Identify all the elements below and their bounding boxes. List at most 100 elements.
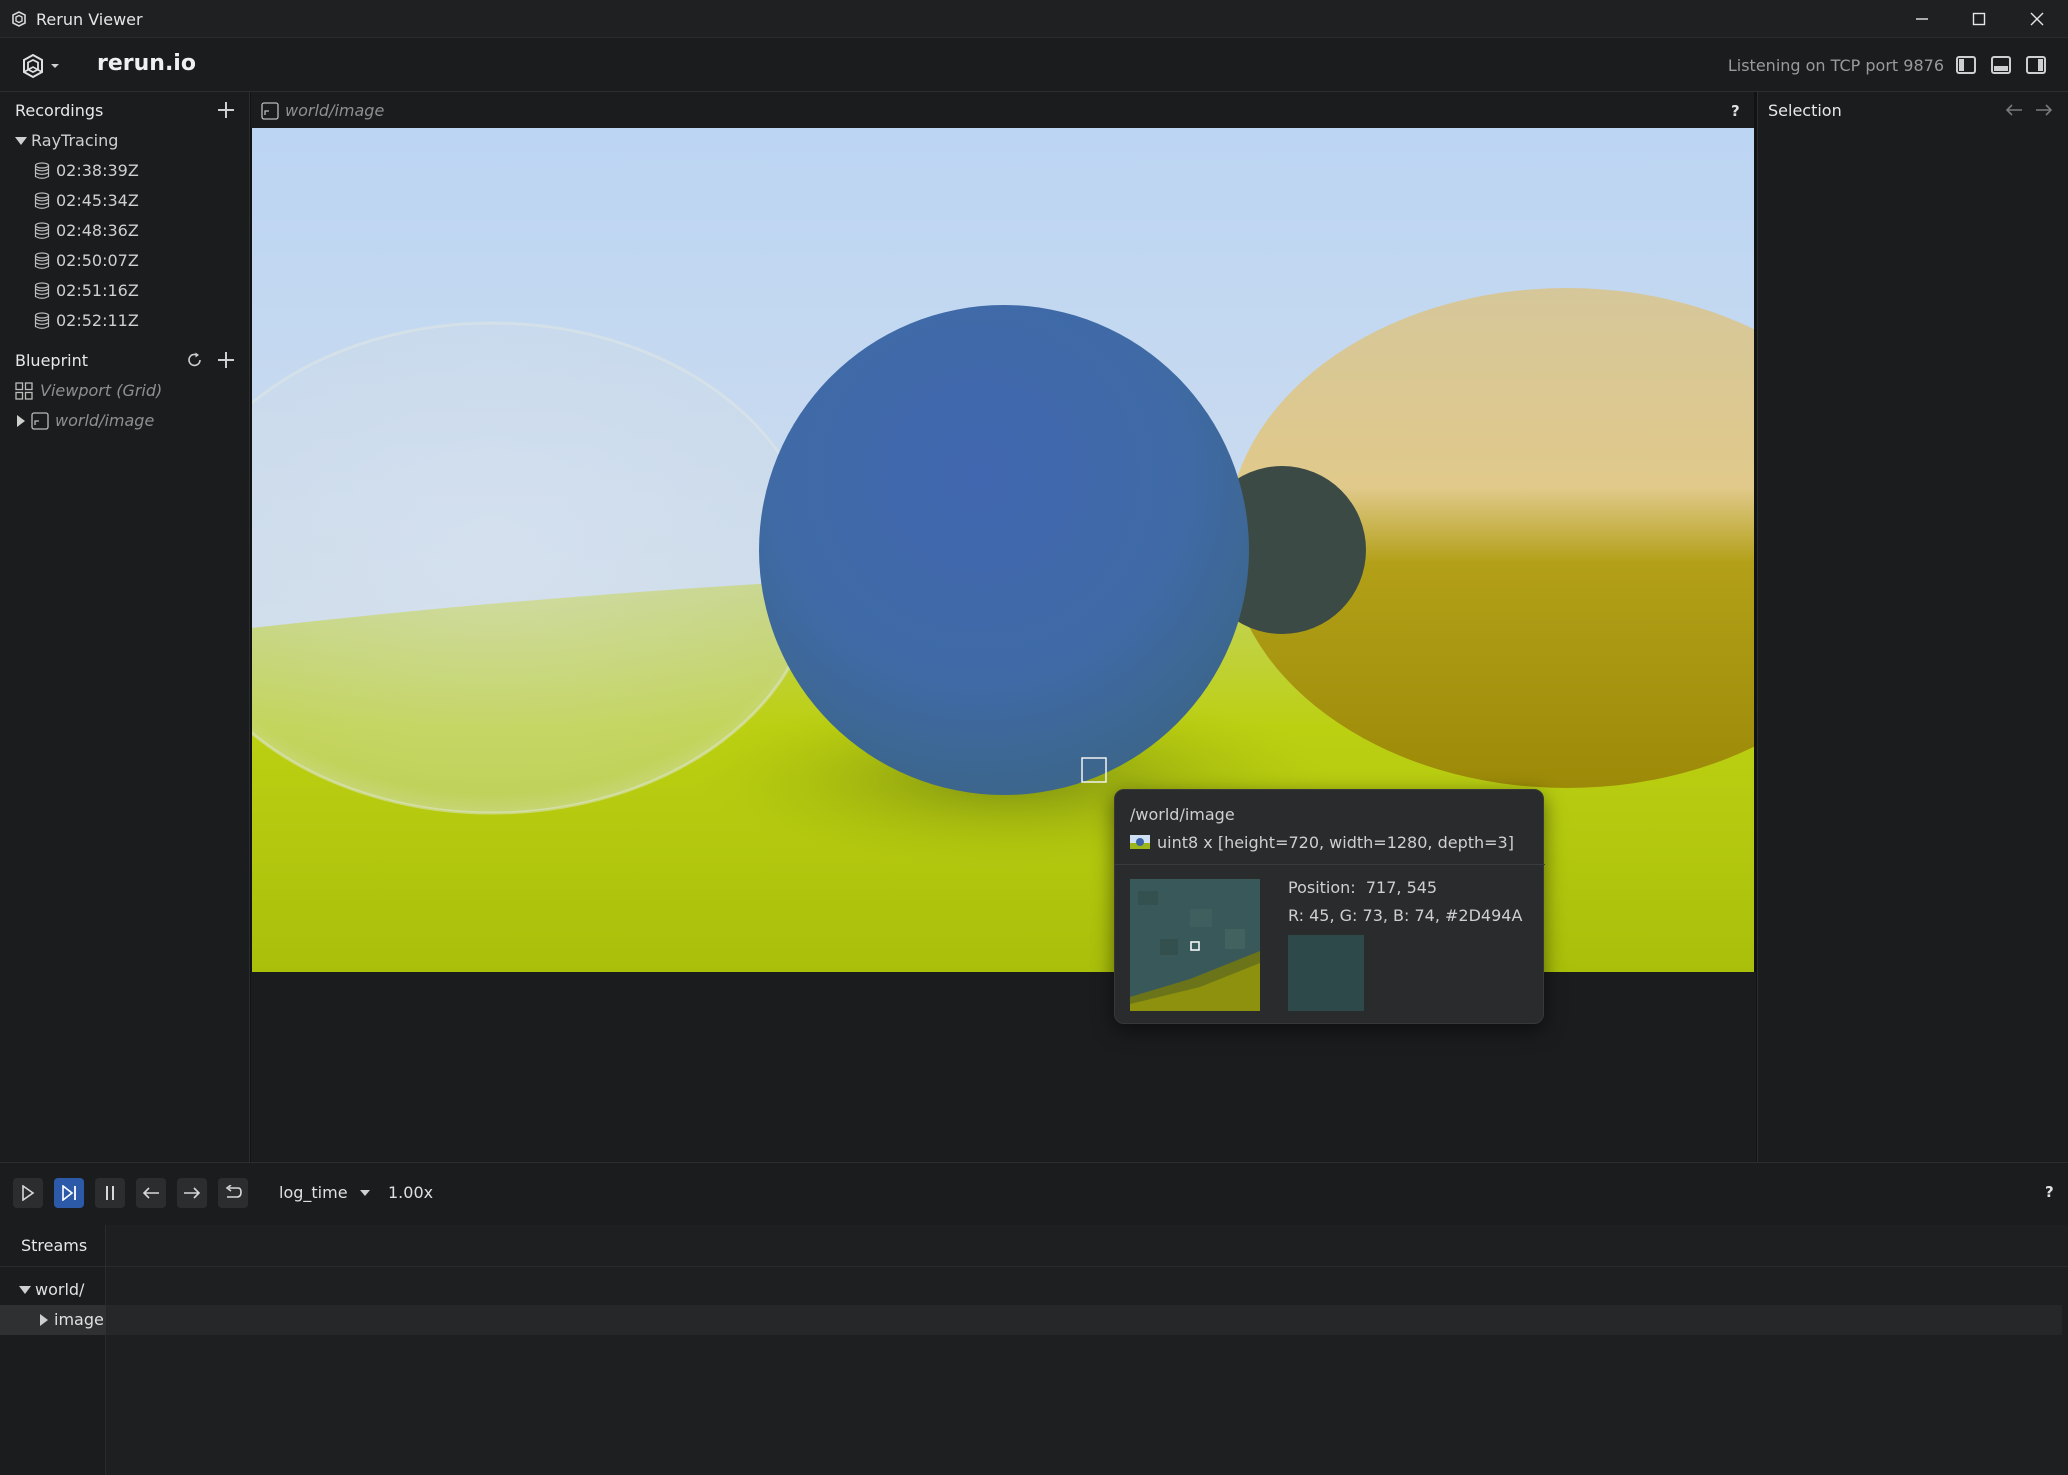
server-status: Listening on TCP port 9876 <box>1727 56 1944 75</box>
toggle-right-panel-icon[interactable] <box>2026 56 2046 74</box>
stream-row-image[interactable]: image <box>0 1305 2062 1335</box>
window-title: Rerun Viewer <box>36 10 143 29</box>
reset-blueprint-icon[interactable] <box>185 350 205 370</box>
tooltip-position: Position: 717, 545 <box>1288 878 1437 897</box>
timeline-selector[interactable]: log_time <box>279 1183 371 1202</box>
image-view-icon <box>261 102 279 120</box>
right-panel: Selection <box>1757 92 2068 1162</box>
window-titlebar: Rerun Viewer <box>0 0 2068 38</box>
recording-item[interactable]: 02:51:16Z <box>0 276 250 306</box>
stream-label: image <box>54 1310 104 1329</box>
recordings-section-header: Recordings <box>0 95 250 125</box>
expand-triangle-icon[interactable] <box>19 1286 31 1294</box>
top-panel: rerun.io Listening on TCP port 9876 <box>0 38 2068 92</box>
step-forward-button[interactable] <box>177 1178 207 1208</box>
toggle-left-panel-icon[interactable] <box>1956 56 1976 74</box>
arrow-right-icon <box>184 1187 201 1199</box>
blueprint-section-header: Blueprint <box>0 345 250 375</box>
step-back-button[interactable] <box>136 1178 166 1208</box>
time-panel-help-button[interactable]: ? <box>2045 1183 2054 1201</box>
recordings-header: Recordings <box>15 101 104 120</box>
expand-triangle-icon[interactable] <box>15 137 27 145</box>
recording-timestamp: 02:45:34Z <box>56 191 139 210</box>
toggle-bottom-panel-icon[interactable] <box>1991 56 2011 74</box>
chevron-down-icon <box>359 1190 370 1196</box>
follow-button[interactable] <box>54 1178 84 1208</box>
recording-timestamp: 02:38:39Z <box>56 161 139 180</box>
position-value: 717, 545 <box>1365 878 1438 897</box>
viewport-label: Viewport (Grid) <box>40 381 163 400</box>
space-view-help-button[interactable]: ? <box>1731 102 1740 120</box>
add-recording-plus-icon[interactable] <box>216 100 236 120</box>
playback-speed[interactable]: 1.00x <box>388 1183 433 1202</box>
expand-triangle-icon[interactable] <box>40 1314 48 1326</box>
rerun-logo-icon <box>23 53 43 79</box>
arrow-right-icon[interactable] <box>2034 102 2054 118</box>
database-icon <box>34 162 50 179</box>
image-view-icon <box>31 412 49 430</box>
arrow-left-icon[interactable] <box>2004 102 2024 118</box>
recording-item[interactable]: 02:52:11Z <box>0 306 250 336</box>
blueprint-header: Blueprint <box>15 351 88 370</box>
app-name: RayTracing <box>31 131 119 150</box>
tooltip-tensor-info: uint8 x [height=720, width=1280, depth=3… <box>1157 833 1514 852</box>
left-panel: Recordings RayTracing 02:38:39Z 02:45:34Z… <box>0 92 250 1162</box>
recording-item[interactable]: 02:38:39Z <box>0 156 250 186</box>
database-icon <box>34 252 50 269</box>
space-view-row[interactable]: world/image <box>0 406 250 436</box>
play-icon <box>22 1185 35 1201</box>
streams-header: Streams <box>21 1236 88 1255</box>
recording-timestamp: 02:48:36Z <box>56 221 139 240</box>
recording-item[interactable]: 02:48:36Z <box>0 216 250 246</box>
recording-timestamp: 02:52:11Z <box>56 311 139 330</box>
streams-area: Streams world/ image <box>0 1225 2068 1475</box>
streams-header-row <box>0 1225 2068 1267</box>
timeline-name: log_time <box>279 1183 348 1202</box>
viewport-grid-row[interactable]: Viewport (Grid) <box>0 376 250 406</box>
loop-icon <box>225 1185 242 1198</box>
space-view-tab-bar: world/image ? <box>251 92 1754 128</box>
pixel-hover-tooltip: /world/image uint8 x [height=720, width=… <box>1114 789 1545 1024</box>
expand-triangle-icon[interactable] <box>17 415 25 427</box>
database-icon <box>34 282 50 299</box>
stream-row-world[interactable]: world/ <box>0 1275 250 1305</box>
tooltip-entity-path: /world/image <box>1130 805 1235 824</box>
minimize-button[interactable] <box>1893 0 1951 38</box>
rerun-app-icon <box>12 11 26 27</box>
pause-icon <box>106 1186 114 1200</box>
space-view-label: world/image <box>55 411 155 430</box>
maximize-icon <box>1972 12 1986 26</box>
loop-button[interactable] <box>218 1178 248 1208</box>
recording-timestamp: 02:51:16Z <box>56 281 139 300</box>
stream-label: world/ <box>35 1280 85 1299</box>
time-panel: log_time 1.00x ? Streams world/ image <box>0 1162 2068 1475</box>
app-menu-button[interactable] <box>20 52 64 80</box>
space-view-title[interactable]: world/image <box>285 101 384 120</box>
brand-link[interactable]: rerun.io <box>97 51 196 76</box>
maximize-button[interactable] <box>1950 0 2008 38</box>
minimize-icon <box>1916 18 1928 20</box>
play-button[interactable] <box>13 1178 43 1208</box>
chevron-down-icon <box>51 64 59 68</box>
tooltip-rgb-value: R: 45, G: 73, B: 74, #2D494A <box>1288 906 1523 925</box>
zoomed-pixel-preview <box>1130 879 1260 1011</box>
recording-item[interactable]: 02:45:34Z <box>0 186 250 216</box>
recording-app-row[interactable]: RayTracing <box>0 126 250 156</box>
recording-item[interactable]: 02:50:07Z <box>0 246 250 276</box>
arrow-left-icon <box>142 1187 159 1199</box>
image-tensor-icon <box>1130 835 1150 849</box>
selection-header: Selection <box>1768 101 1842 120</box>
tooltip-divider <box>1115 864 1545 865</box>
close-icon <box>2030 12 2044 26</box>
close-button[interactable] <box>2008 0 2066 38</box>
pixel-color-swatch <box>1288 935 1364 1011</box>
add-space-view-plus-icon[interactable] <box>216 350 236 370</box>
pause-button[interactable] <box>95 1178 125 1208</box>
recording-timestamp: 02:50:07Z <box>56 251 139 270</box>
grid-layout-icon <box>15 382 33 400</box>
follow-icon <box>62 1185 76 1201</box>
database-icon <box>34 222 50 239</box>
database-icon <box>34 192 50 209</box>
database-icon <box>34 312 50 329</box>
position-label: Position: <box>1288 878 1356 897</box>
